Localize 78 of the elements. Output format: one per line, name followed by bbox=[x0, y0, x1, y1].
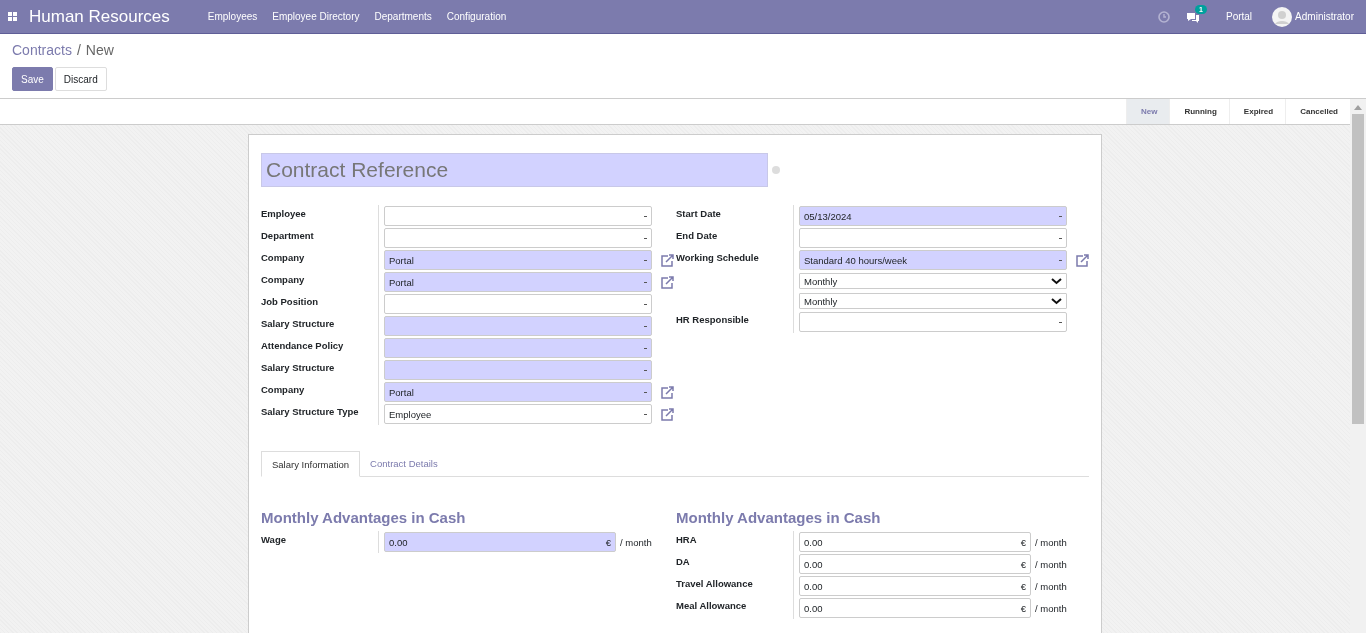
select-field[interactable]: Portal bbox=[384, 382, 652, 402]
status-stage[interactable]: Expired bbox=[1228, 99, 1286, 124]
unit-label: / month bbox=[1035, 558, 1067, 570]
date-field[interactable]: 05/13/2024 bbox=[799, 206, 1067, 226]
select-field[interactable] bbox=[384, 206, 652, 226]
save-button[interactable]: Save bbox=[12, 67, 53, 91]
breadcrumb-link[interactable]: Contracts bbox=[12, 42, 72, 60]
title-field[interactable]: Contract Reference bbox=[261, 153, 768, 187]
status-stage[interactable]: Running bbox=[1169, 99, 1229, 124]
chevron-icon bbox=[1051, 297, 1062, 305]
select-field[interactable] bbox=[384, 316, 652, 336]
field-label: Job Position bbox=[261, 296, 318, 307]
field-label: Start Date bbox=[676, 208, 721, 219]
select-field[interactable] bbox=[384, 360, 652, 380]
chevron-icon bbox=[1051, 277, 1062, 285]
section-heading: Monthly Advantages in Cash bbox=[261, 509, 467, 526]
amount-field[interactable]: 0.00 € bbox=[799, 532, 1031, 552]
field-label: Working Schedule bbox=[676, 252, 759, 263]
user-menu[interactable]: Administrator bbox=[1295, 11, 1354, 22]
amount-field[interactable]: 0.00 € bbox=[799, 576, 1031, 596]
field-label: Salary Structure bbox=[261, 362, 335, 373]
external-link-icon[interactable] bbox=[660, 275, 674, 289]
company-switcher[interactable]: Portal bbox=[1225, 11, 1253, 22]
field-label: Travel Allowance bbox=[676, 578, 753, 589]
field-label: Department bbox=[261, 230, 314, 241]
amount-field[interactable]: 0.00 € bbox=[799, 554, 1031, 574]
unit-label: / month bbox=[1035, 536, 1067, 548]
menu-item[interactable]: Departments bbox=[374, 11, 432, 22]
clock-icon[interactable] bbox=[1157, 10, 1170, 23]
amount-field[interactable]: 0.00 € bbox=[384, 532, 616, 552]
date-field[interactable] bbox=[799, 228, 1067, 248]
field-label: Employee bbox=[261, 208, 306, 219]
dropdown-field[interactable]: Monthly bbox=[799, 293, 1067, 309]
menu-item[interactable]: Employee Directory bbox=[272, 11, 360, 22]
menu-item[interactable]: Configuration bbox=[446, 11, 507, 22]
field-label: Company bbox=[261, 274, 305, 285]
apps-menu-icon[interactable] bbox=[8, 12, 17, 21]
select-field[interactable]: Portal bbox=[384, 272, 652, 292]
select-field[interactable] bbox=[799, 312, 1067, 332]
field-label: Attendance Policy bbox=[261, 340, 344, 351]
select-field[interactable]: Portal bbox=[384, 250, 652, 270]
tab[interactable]: Contract Details bbox=[360, 451, 448, 476]
unit-label: / month bbox=[1035, 602, 1067, 614]
priority-dot-icon[interactable] bbox=[772, 166, 780, 174]
field-label: HRA bbox=[676, 534, 697, 545]
select-field[interactable] bbox=[384, 294, 652, 314]
breadcrumb-separator: / bbox=[76, 42, 81, 60]
field-label: Company bbox=[261, 384, 305, 395]
discard-button[interactable]: Discard bbox=[54, 67, 107, 91]
field-label: HR Responsible bbox=[676, 314, 749, 325]
avatar-icon bbox=[1272, 6, 1293, 27]
dropdown-field[interactable]: Monthly bbox=[799, 273, 1067, 289]
field-label: Wage bbox=[261, 534, 286, 545]
field-label: Company bbox=[261, 252, 305, 263]
app-title: Human Resources bbox=[29, 6, 170, 27]
amount-field[interactable]: 0.00 € bbox=[799, 598, 1031, 618]
external-link-icon[interactable] bbox=[660, 253, 674, 267]
select-field[interactable]: Standard 40 hours/week bbox=[799, 250, 1067, 270]
status-stage[interactable]: New bbox=[1125, 99, 1170, 124]
select-field[interactable] bbox=[384, 338, 652, 358]
field-label: End Date bbox=[676, 230, 718, 241]
section-heading: Monthly Advantages in Cash bbox=[676, 509, 882, 526]
unit-label: / month bbox=[1035, 580, 1067, 592]
field-label: Salary Structure bbox=[261, 318, 335, 329]
field-label: DA bbox=[676, 556, 690, 567]
breadcrumb-current: New bbox=[85, 42, 114, 60]
tab[interactable]: Salary Information bbox=[261, 451, 361, 477]
external-link-icon[interactable] bbox=[660, 407, 674, 421]
select-field[interactable]: Employee bbox=[384, 404, 652, 424]
chat-icon[interactable] bbox=[1185, 10, 1200, 23]
unit-label: / month bbox=[620, 536, 652, 548]
field-label: Meal Allowance bbox=[676, 600, 747, 611]
external-link-icon[interactable] bbox=[660, 385, 674, 399]
field-label: Salary Structure Type bbox=[261, 406, 359, 417]
external-link-icon[interactable] bbox=[1075, 253, 1089, 267]
select-field[interactable] bbox=[384, 228, 652, 248]
menu-item[interactable]: Employees bbox=[207, 11, 258, 22]
scrollbar[interactable] bbox=[1350, 99, 1366, 633]
